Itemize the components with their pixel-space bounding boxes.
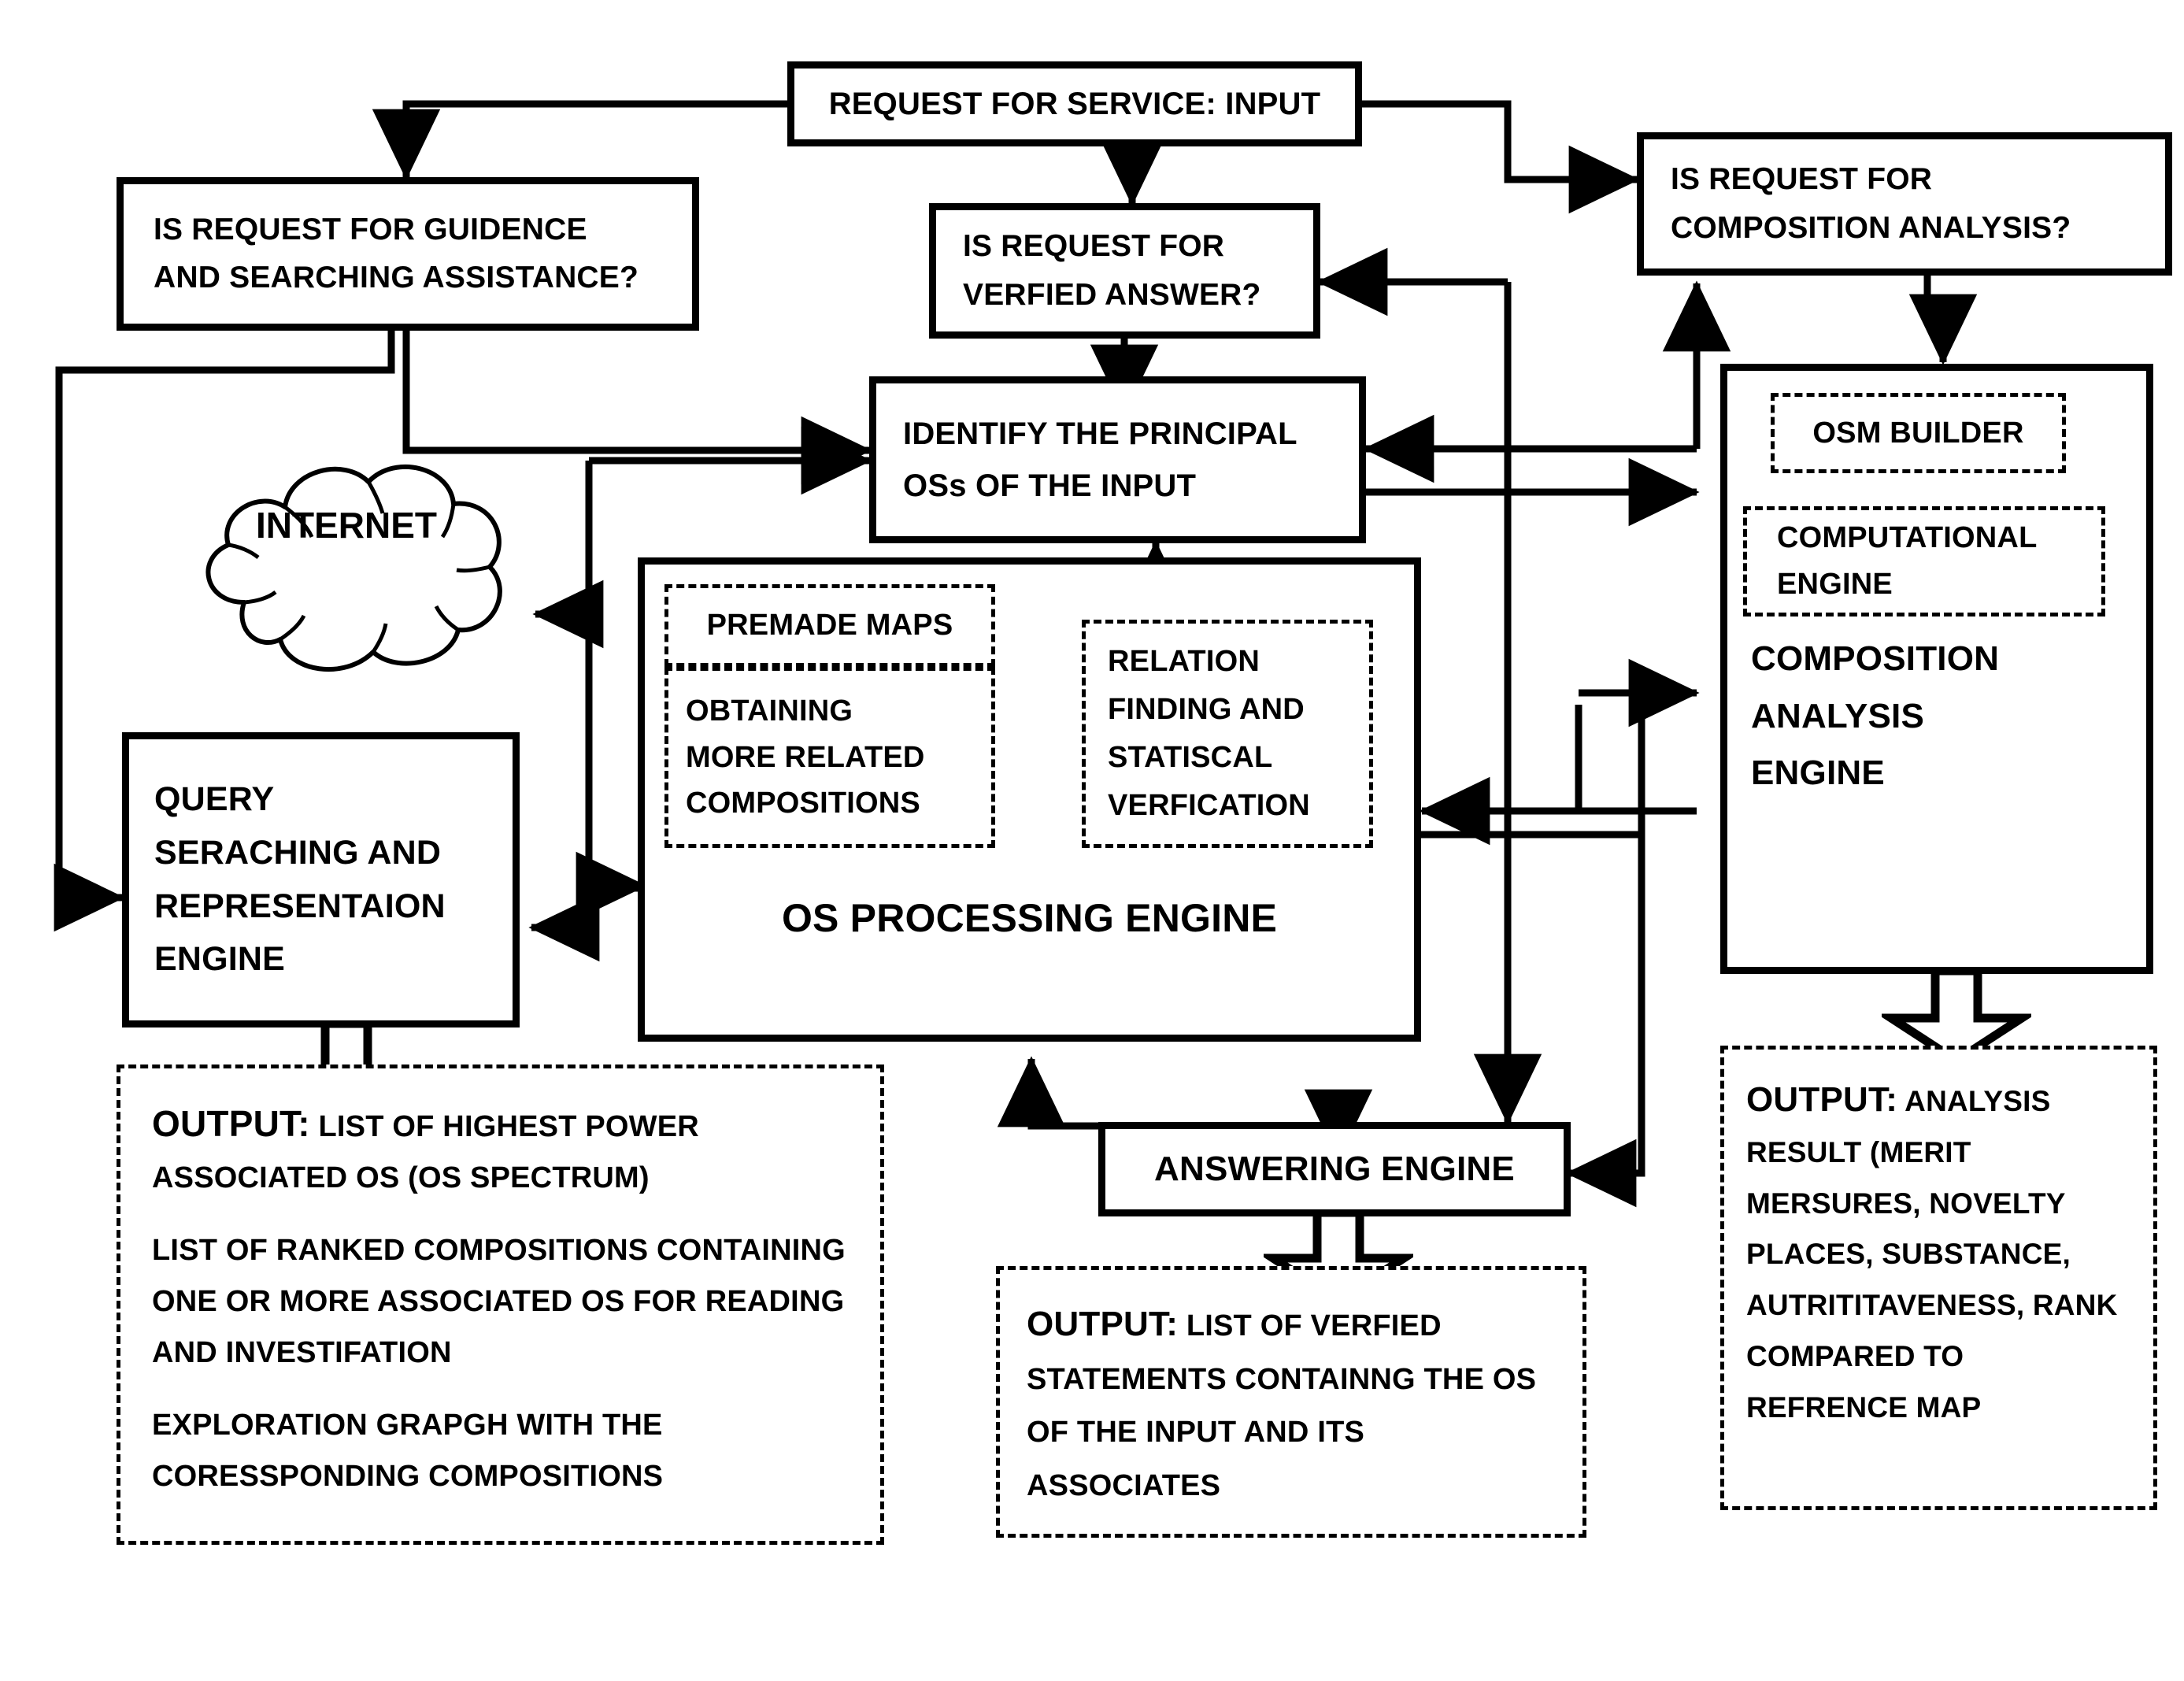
output-left-colon: : xyxy=(298,1103,310,1144)
identify-line-2: OSs OF THE INPUT xyxy=(903,468,1197,503)
verified-line-1: IS REQUEST FOR xyxy=(963,228,1225,263)
node-osm-builder[interactable]: OSM BUILDER xyxy=(1771,393,2066,473)
node-request-for-service-input[interactable]: REQUEST FOR SERVICE: INPUT xyxy=(787,61,1362,146)
premade-maps-label: PREMADE MAPS xyxy=(706,609,953,642)
query-engine-line-2: SERACHING AND xyxy=(154,833,442,872)
node-relation-finding-statistical-verification[interactable]: RELATION FINDING AND STATISCAL VERFICATI… xyxy=(1082,620,1373,848)
verified-line-2: VERFIED ANSWER? xyxy=(963,278,1261,312)
identify-line-1: IDENTIFY THE PRINCIPAL xyxy=(903,417,1297,451)
answering-engine-label: ANSWERING ENGINE xyxy=(1154,1150,1515,1188)
relation-line-3: STATISCAL xyxy=(1108,741,1273,774)
node-premade-maps[interactable]: PREMADE MAPS xyxy=(664,584,995,667)
output-right-colon: : xyxy=(1886,1080,1898,1119)
output-left-para-2: LIST OF RANKED COMPOSITIONS CONTAINING O… xyxy=(152,1233,846,1370)
computational-engine-line-2: ENGINE xyxy=(1777,568,1893,601)
node-answering-engine[interactable]: ANSWERING ENGINE xyxy=(1098,1122,1571,1216)
query-engine-line-3: REPRESENTAION xyxy=(154,887,446,925)
output-right-body: ANALYSIS RESULT (MERIT MERSURES, NOVELTY… xyxy=(1746,1085,2118,1424)
relation-line-2: FINDING AND xyxy=(1108,693,1305,727)
output-right-prefix: OUTPUT xyxy=(1746,1080,1886,1119)
query-engine-line-1: QUERY xyxy=(154,779,275,818)
node-query-searching-representation-engine[interactable]: QUERY SERACHING AND REPRESENTAION ENGINE xyxy=(122,732,520,1027)
composition-engine-line-3: ENGINE xyxy=(1751,753,1885,793)
output-left-prefix: OUTPUT xyxy=(152,1103,298,1144)
output-center-prefix: OUTPUT xyxy=(1027,1305,1167,1343)
node-is-request-for-verified-answer[interactable]: IS REQUEST FOR VERFIED ANSWER? xyxy=(929,203,1320,339)
composition-q-line-2: COMPOSITION ANALYSIS? xyxy=(1671,211,2071,245)
node-is-request-for-composition-analysis[interactable]: IS REQUEST FOR COMPOSITION ANALYSIS? xyxy=(1637,132,2172,276)
composition-engine-line-2: ANALYSIS xyxy=(1751,696,1925,735)
obtaining-line-1: OBTAINING xyxy=(686,694,853,728)
node-os-processing-engine[interactable]: PREMADE MAPS OBTAINING MORE RELATED COMP… xyxy=(638,557,1421,1042)
flowchart-canvas: REQUEST FOR SERVICE: INPUT IS REQUEST FO… xyxy=(0,0,2184,1681)
os-processing-engine-title: OS PROCESSING ENGINE xyxy=(781,896,1278,940)
output-center-colon: : xyxy=(1166,1305,1179,1343)
internet-label: INTERNET xyxy=(228,504,465,546)
osm-builder-label: OSM BUILDER xyxy=(1812,416,2024,450)
obtaining-line-2: MORE RELATED xyxy=(686,740,925,774)
relation-line-4: VERFICATION xyxy=(1108,788,1310,822)
node-obtaining-more-related-compositions[interactable]: OBTAINING MORE RELATED COMPOSITIONS xyxy=(664,667,995,848)
obtaining-line-3: COMPOSITIONS xyxy=(686,787,920,820)
node-output-left[interactable]: OUTPUT: LIST OF HIGHEST POWER ASSOCIATED… xyxy=(117,1065,884,1545)
relation-line-1: RELATION xyxy=(1108,645,1260,679)
guidance-line-1: IS REQUEST FOR GUIDENCE xyxy=(154,213,587,247)
node-computational-engine[interactable]: COMPUTATIONAL ENGINE xyxy=(1743,506,2105,616)
internet-cloud-icon xyxy=(205,464,502,672)
composition-engine-line-1: COMPOSITION xyxy=(1751,639,2000,678)
composition-q-line-1: IS REQUEST FOR xyxy=(1671,161,1933,196)
node-output-right[interactable]: OUTPUT: ANALYSIS RESULT (MERIT MERSURES,… xyxy=(1720,1046,2157,1510)
node-is-request-for-guidance[interactable]: IS REQUEST FOR GUIDENCE AND SEARCHING AS… xyxy=(117,177,699,331)
query-engine-line-4: ENGINE xyxy=(154,940,286,979)
node-identify-principal-oss[interactable]: IDENTIFY THE PRINCIPAL OSs OF THE INPUT xyxy=(869,376,1366,543)
guidance-line-2: AND SEARCHING ASSISTANCE? xyxy=(154,260,639,294)
node-output-center[interactable]: OUTPUT: LIST OF VERFIED STATEMENTS CONTA… xyxy=(996,1266,1586,1538)
output-left-para-3: EXPLORATION GRAPGH WITH THE CORESSPONDIN… xyxy=(152,1408,664,1494)
request-input-label: REQUEST FOR SERVICE: INPUT xyxy=(828,86,1321,121)
internet-text: INTERNET xyxy=(256,505,437,546)
computational-engine-line-1: COMPUTATIONAL xyxy=(1777,521,2038,555)
node-composition-analysis-engine[interactable]: OSM BUILDER COMPUTATIONAL ENGINE COMPOSI… xyxy=(1720,364,2153,974)
